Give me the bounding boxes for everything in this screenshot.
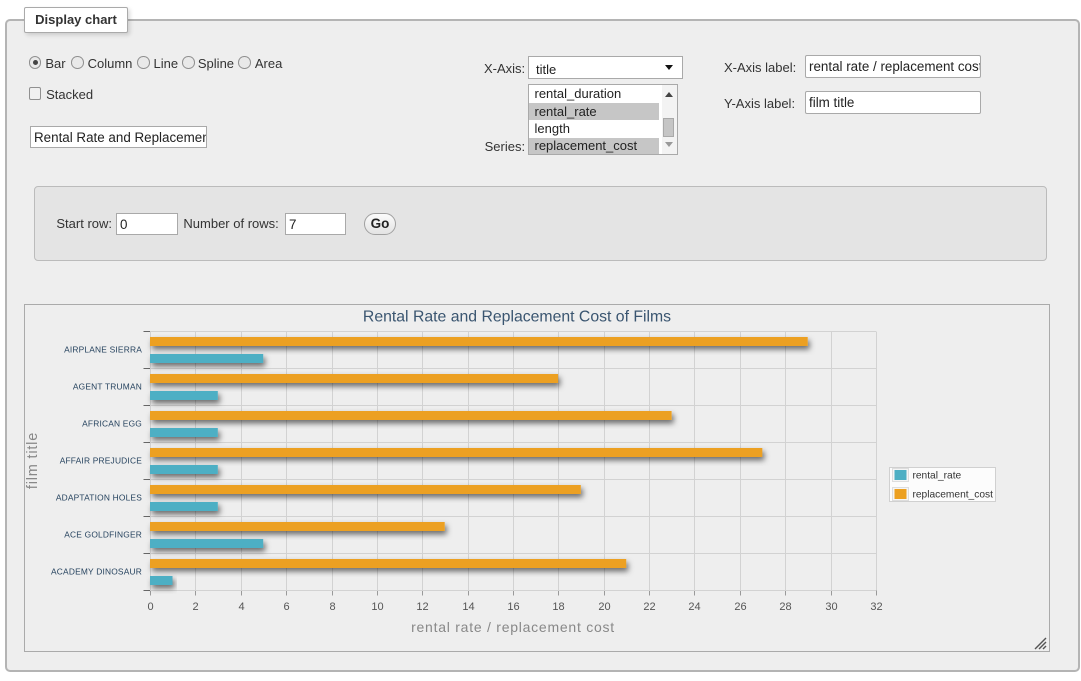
svg-text:28: 28	[779, 601, 791, 613]
svg-text:AIRPLANE SIERRA: AIRPLANE SIERRA	[64, 344, 142, 354]
svg-text:18: 18	[552, 601, 564, 613]
svg-text:AFFAIR PREJUDICE: AFFAIR PREJUDICE	[60, 455, 143, 465]
svg-text:AFRICAN EGG: AFRICAN EGG	[82, 418, 142, 428]
svg-text:ACE GOLDFINGER: ACE GOLDFINGER	[64, 529, 142, 539]
svg-text:0: 0	[147, 601, 153, 613]
svg-text:30: 30	[825, 601, 837, 613]
svg-text:32: 32	[870, 601, 882, 613]
svg-text:24: 24	[688, 601, 700, 613]
svg-text:2: 2	[192, 601, 198, 613]
svg-text:ADAPTATION HOLES: ADAPTATION HOLES	[56, 492, 142, 502]
svg-text:rental rate / replacement cost: rental rate / replacement cost	[411, 619, 615, 635]
svg-text:ACADEMY DINOSAUR: ACADEMY DINOSAUR	[51, 566, 142, 576]
svg-text:8: 8	[329, 601, 335, 613]
svg-text:10: 10	[371, 601, 383, 613]
svg-text:20: 20	[598, 601, 610, 613]
svg-text:26: 26	[734, 601, 746, 613]
svg-text:film title: film title	[25, 432, 41, 489]
svg-text:16: 16	[507, 601, 519, 613]
svg-text:22: 22	[643, 601, 655, 613]
svg-text:rental_rate: rental_rate	[913, 471, 962, 482]
svg-text:Rental Rate and Replacement Co: Rental Rate and Replacement Cost of Film…	[363, 309, 671, 326]
svg-text:6: 6	[283, 601, 289, 613]
svg-text:14: 14	[462, 601, 474, 613]
svg-text:12: 12	[416, 601, 428, 613]
svg-text:4: 4	[238, 601, 244, 613]
svg-text:replacement_cost: replacement_cost	[913, 490, 994, 501]
svg-text:AGENT TRUMAN: AGENT TRUMAN	[73, 381, 142, 391]
